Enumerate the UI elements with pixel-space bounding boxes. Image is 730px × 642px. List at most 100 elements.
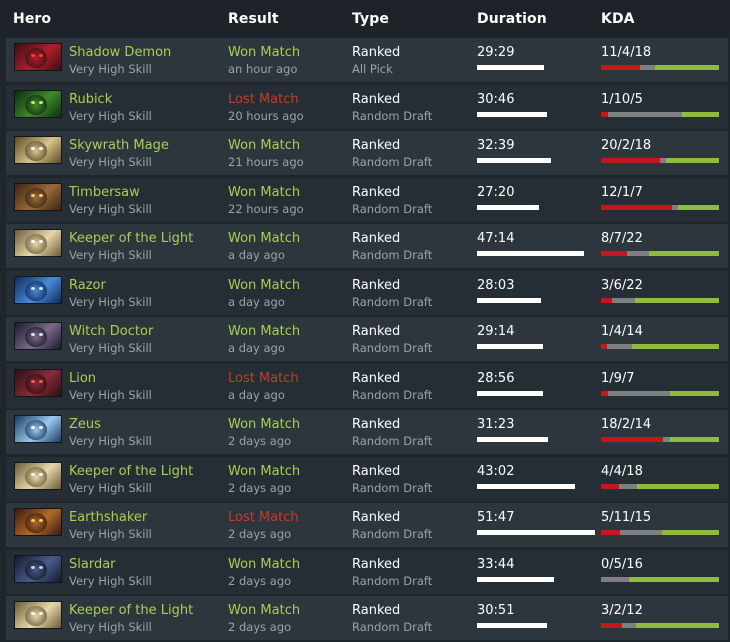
- razor-portrait[interactable]: [14, 275, 62, 304]
- slardar-portrait[interactable]: [14, 554, 62, 583]
- skywrath-mage-portrait[interactable]: [14, 136, 62, 164]
- kda-bar: [601, 111, 719, 117]
- kda-bar: [601, 158, 719, 163]
- hero-eye: [31, 240, 35, 243]
- duration-bar: [477, 65, 544, 70]
- lobby-type: Ranked: [352, 45, 401, 60]
- zeus-portrait[interactable]: [14, 415, 62, 443]
- duration-bar: [477, 483, 575, 489]
- match-result[interactable]: Lost Match: [228, 92, 299, 107]
- match-row[interactable]: Rubick Very High Skill Lost Match 20 hours …: [6, 84, 728, 129]
- match-row[interactable]: Keeper of the Light Very High Skill Won Ma…: [6, 596, 728, 640]
- hero-name[interactable]: Lion: [69, 371, 96, 386]
- match-result[interactable]: Won Match: [228, 231, 300, 246]
- keeper-of-the-light-portrait[interactable]: [14, 601, 62, 629]
- duration-bar: [477, 111, 547, 117]
- match-row[interactable]: Lion Very High Skill Lost Match a day ago Ra…: [6, 363, 728, 408]
- lobby-type: Ranked: [352, 417, 401, 432]
- match-result[interactable]: Won Match: [228, 278, 300, 293]
- match-row[interactable]: Earthshaker Very High Skill Lost Match 2 da…: [6, 503, 728, 547]
- hero-name[interactable]: Earthshaker: [69, 510, 147, 525]
- match-duration: 33:44: [477, 556, 515, 572]
- lion-portrait[interactable]: [14, 368, 62, 397]
- hero-name[interactable]: Witch Doctor: [69, 324, 153, 339]
- match-result[interactable]: Won Match: [228, 417, 300, 432]
- type-column-header[interactable]: Type: [352, 11, 389, 27]
- hero-name[interactable]: Timbersaw: [69, 185, 140, 200]
- hero-name[interactable]: Razor: [69, 278, 106, 293]
- deaths-bar-segment: [626, 251, 649, 256]
- match-result[interactable]: Lost Match: [228, 371, 299, 386]
- hero-name[interactable]: Keeper of the Light: [69, 603, 193, 618]
- hero-eye: [31, 472, 35, 476]
- match-duration: 29:29: [477, 45, 515, 60]
- skill-bracket: Very High Skill: [69, 155, 152, 169]
- deaths-bar-segment: [608, 111, 683, 117]
- kda-column-header[interactable]: KDA: [601, 11, 635, 27]
- match-result[interactable]: Lost Match: [228, 510, 299, 525]
- lobby-type: Ranked: [352, 510, 401, 525]
- result-column-header[interactable]: Result: [228, 11, 279, 27]
- kills-bar-segment: [601, 251, 627, 256]
- match-result[interactable]: Won Match: [228, 185, 300, 200]
- match-row[interactable]: Keeper of the Light Very High Skill Won Ma…: [6, 456, 728, 501]
- kda-value: 8/7/22: [601, 231, 643, 246]
- shadow-demon-portrait[interactable]: [14, 43, 62, 71]
- match-result[interactable]: Won Match: [228, 324, 300, 339]
- match-row[interactable]: Razor Very High Skill Won Match a day ago Ra…: [6, 270, 728, 315]
- match-row[interactable]: Zeus Very High Skill Won Match 2 days ago Ra…: [6, 410, 728, 454]
- match-time: 2 days ago: [228, 480, 292, 495]
- earthshaker-portrait[interactable]: [14, 508, 62, 536]
- match-row[interactable]: Slardar Very High Skill Won Match 2 days ag…: [6, 549, 728, 594]
- match-row[interactable]: Keeper of the Light Very High Skill Won Ma…: [6, 224, 728, 268]
- assists-bar-segment: [677, 204, 719, 210]
- hero-name[interactable]: Rubick: [69, 92, 112, 107]
- lobby-type: Ranked: [352, 231, 401, 246]
- hero-face: [25, 420, 47, 440]
- match-duration: 30:51: [477, 603, 515, 618]
- rubick-portrait[interactable]: [14, 89, 62, 118]
- match-row[interactable]: Witch Doctor Very High Skill Won Match a da…: [6, 317, 728, 361]
- hero-eye: [39, 565, 43, 569]
- match-result[interactable]: Won Match: [228, 557, 300, 572]
- hero-eye: [31, 54, 35, 57]
- match-history-table: Hero Result Type Duration KDA Shadow Dem…: [0, 0, 730, 642]
- duration-bar: [477, 297, 541, 303]
- timbersaw-portrait[interactable]: [14, 182, 62, 211]
- match-result[interactable]: Won Match: [228, 603, 300, 618]
- match-result[interactable]: Won Match: [228, 45, 300, 60]
- match-row[interactable]: Timbersaw Very High Skill Won Match 22 hour…: [6, 177, 728, 222]
- hero-name[interactable]: Keeper of the Light: [69, 464, 193, 479]
- game-mode: Random Draft: [352, 527, 433, 541]
- hero-column-header[interactable]: Hero: [13, 11, 51, 27]
- keeper-of-the-light-portrait[interactable]: [14, 461, 62, 490]
- hero-eye: [31, 379, 35, 383]
- match-row[interactable]: Shadow Demon Very High Skill Won Match an h…: [6, 38, 728, 82]
- keeper-of-the-light-portrait[interactable]: [14, 229, 62, 257]
- hero-name[interactable]: Zeus: [69, 417, 101, 432]
- match-time: a day ago: [228, 294, 285, 309]
- kills-bar-segment: [601, 483, 620, 489]
- match-result[interactable]: Won Match: [228, 138, 300, 153]
- hero-face: [25, 559, 47, 580]
- witch-doctor-portrait[interactable]: [14, 322, 62, 350]
- skill-bracket: Very High Skill: [69, 341, 152, 355]
- deaths-bar-segment: [619, 483, 638, 489]
- hero-eye: [31, 333, 35, 336]
- match-result[interactable]: Won Match: [228, 464, 300, 479]
- assists-bar-segment: [670, 437, 719, 442]
- duration-column-header[interactable]: Duration: [477, 11, 547, 27]
- game-mode: Random Draft: [352, 248, 433, 262]
- hero-name[interactable]: Shadow Demon: [69, 45, 171, 60]
- kda-bar: [601, 344, 719, 349]
- lobby-type: Ranked: [352, 184, 401, 200]
- hero-name[interactable]: Keeper of the Light: [69, 231, 193, 246]
- match-duration: 43:02: [477, 463, 515, 479]
- kda-value: 20/2/18: [601, 138, 652, 153]
- hero-name[interactable]: Skywrath Mage: [69, 138, 169, 153]
- match-duration: 32:39: [477, 138, 515, 153]
- hero-name[interactable]: Slardar: [69, 557, 116, 572]
- match-row[interactable]: Skywrath Mage Very High Skill Won Match 21 …: [6, 131, 728, 175]
- duration-bar: [477, 623, 547, 628]
- kills-bar-segment: [601, 65, 641, 70]
